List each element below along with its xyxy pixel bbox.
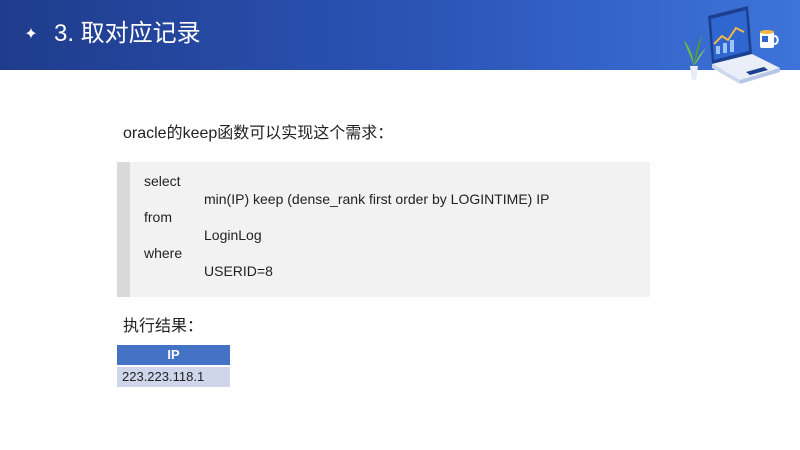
result-label: 执行结果： (123, 318, 204, 335)
code-line-table: LoginLog (204, 227, 262, 243)
code-line-expression: min(IP) keep (dense_rank first order by … (204, 191, 550, 207)
result-table: IP 223.223.118.1 (117, 345, 230, 387)
header-bar: ✦ 3. 取对应记录 (0, 0, 800, 84)
table-row: 223.223.118.1 (117, 367, 230, 387)
code-line-from: from (144, 209, 172, 225)
code-line-select: select (144, 173, 181, 189)
code-block: select min(IP) keep (dense_rank first or… (117, 162, 650, 297)
intro-text: oracle的keep函数可以实现这个需求： (123, 125, 394, 142)
four-point-star-icon: ✦ (24, 24, 38, 43)
code-line-condition: USERID=8 (204, 263, 273, 279)
table-header-ip: IP (117, 345, 230, 367)
code-line-where: where (144, 245, 183, 261)
page-title: 3. 取对应记录 (54, 20, 201, 47)
laptop-chart-icon (684, 6, 780, 84)
